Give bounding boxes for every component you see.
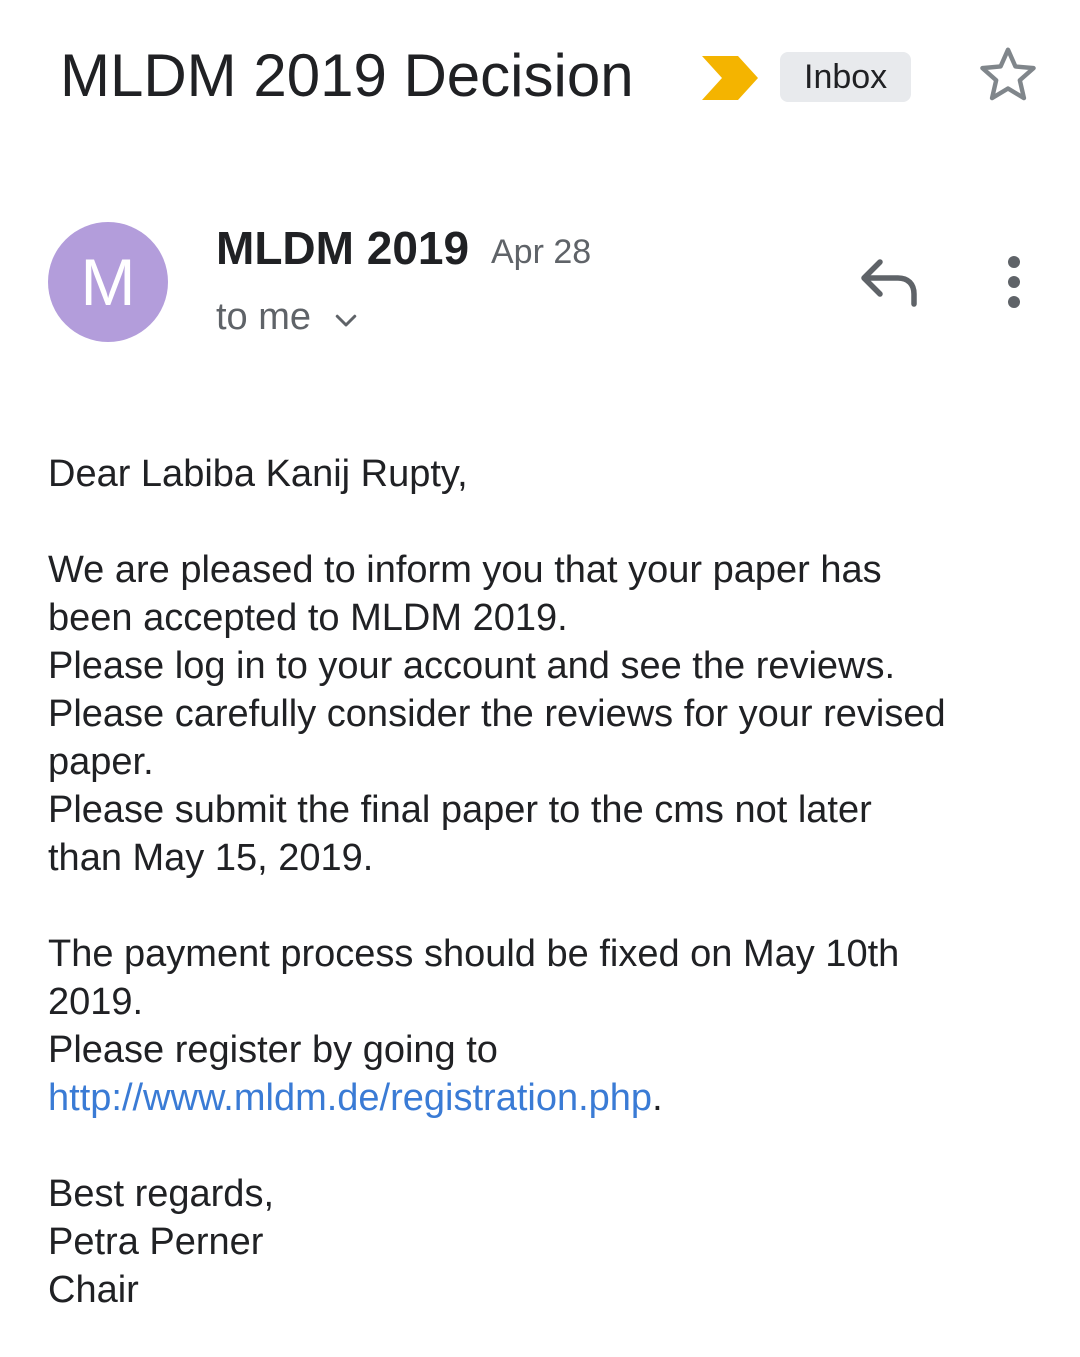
body-line: been accepted to MLDM 2019.: [48, 597, 568, 639]
body-line: Please submit the final paper to the cms…: [48, 789, 872, 831]
closing: Best regards,: [48, 1173, 274, 1215]
subject-row: MLDM 2019 Decision Inbox: [60, 40, 1050, 120]
inbox-label-chip[interactable]: Inbox: [780, 52, 912, 102]
chevron-down-icon: [335, 314, 357, 327]
body-line: than May 15, 2019.: [48, 837, 374, 879]
importance-marker-icon[interactable]: [702, 56, 758, 100]
email-subject: MLDM 2019 Decision: [60, 42, 634, 109]
avatar[interactable]: M: [48, 222, 168, 342]
body-line: The payment process should be fixed on M…: [48, 933, 900, 975]
body-line: paper.: [48, 741, 154, 783]
body-line: 2019.: [48, 981, 144, 1023]
sender-header: M MLDM 2019 Apr 28 to me: [48, 220, 1048, 350]
link-suffix: .: [652, 1077, 663, 1119]
greeting: Dear Labiba Kanij Rupty,: [48, 453, 468, 495]
recipient-details-toggle[interactable]: to me: [216, 294, 361, 340]
body-line: Please log in to your account and see th…: [48, 645, 896, 687]
message-date: Apr 28: [491, 233, 592, 271]
signer-title: Chair: [48, 1269, 139, 1311]
sender-name: MLDM 2019: [216, 222, 470, 274]
body-line: Please carefully consider the reviews fo…: [48, 693, 946, 735]
recipient-label: to me: [216, 296, 312, 338]
reply-icon[interactable]: [858, 256, 920, 308]
signer-name: Petra Perner: [48, 1221, 264, 1263]
body-line: Please register by going to: [48, 1029, 498, 1071]
more-vert-icon[interactable]: [996, 254, 1032, 310]
registration-link[interactable]: http://www.mldm.de/registration.php: [48, 1077, 652, 1119]
body-line: We are pleased to inform you that your p…: [48, 549, 882, 591]
registration-link-line: http://www.mldm.de/registration.php.: [48, 1074, 1038, 1122]
message-body: Dear Labiba Kanij Rupty, We are pleased …: [48, 450, 1038, 1314]
star-outline-icon[interactable]: [975, 42, 1041, 108]
